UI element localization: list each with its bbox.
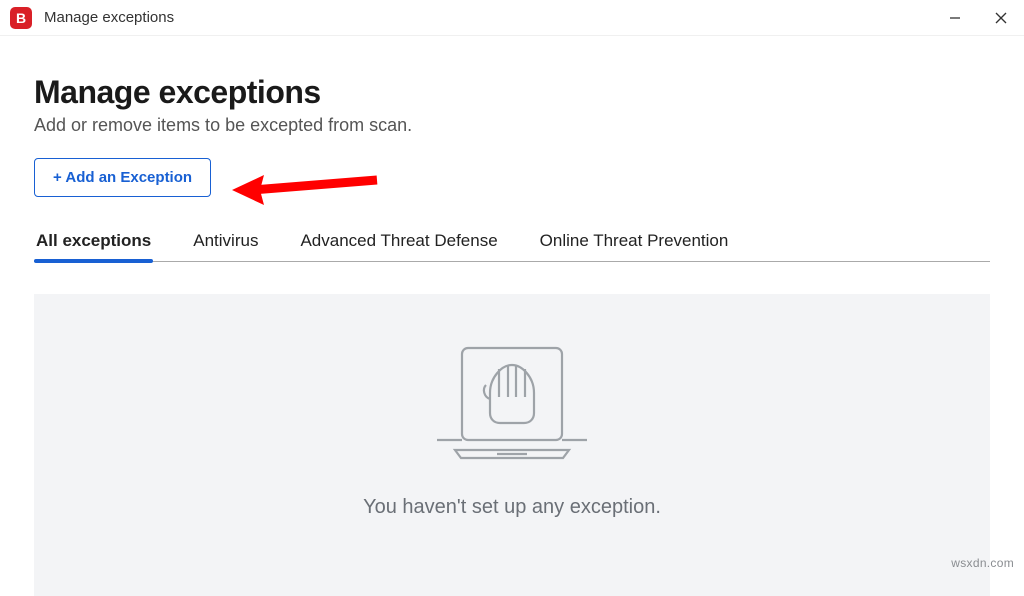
close-button[interactable]: [978, 0, 1024, 36]
tab-antivirus[interactable]: Antivirus: [191, 225, 260, 261]
window-controls: [932, 0, 1024, 36]
tab-all-exceptions[interactable]: All exceptions: [34, 225, 153, 261]
tab-advanced-threat-defense[interactable]: Advanced Threat Defense: [298, 225, 499, 261]
tab-online-threat-prevention[interactable]: Online Threat Prevention: [538, 225, 731, 261]
window-title: Manage exceptions: [44, 9, 932, 26]
add-exception-button[interactable]: + Add an Exception: [34, 158, 211, 197]
page-subtitle: Add or remove items to be excepted from …: [34, 115, 990, 136]
watermark: wsxdn.com: [951, 556, 1014, 570]
page-title: Manage exceptions: [34, 74, 990, 111]
tabs: All exceptions Antivirus Advanced Threat…: [34, 225, 990, 262]
titlebar: B Manage exceptions: [0, 0, 1024, 36]
content: Manage exceptions Add or remove items to…: [0, 36, 1024, 596]
app-icon: B: [10, 7, 32, 29]
minimize-button[interactable]: [932, 0, 978, 36]
empty-state-message: You haven't set up any exception.: [363, 496, 661, 519]
laptop-hand-icon: [427, 330, 597, 470]
empty-state-panel: You haven't set up any exception.: [34, 294, 990, 596]
